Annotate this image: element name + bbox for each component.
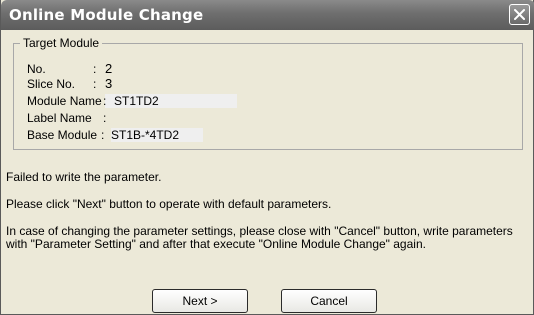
close-button[interactable]	[509, 4, 530, 25]
field-value-base-module: ST1B-*4TD2	[111, 128, 180, 142]
field-label-no: No.	[27, 62, 46, 76]
field-value-slice-no: 3	[105, 76, 113, 91]
change-info-message: In case of changing the parameter settin…	[6, 224, 513, 251]
field-value-module-name: ST1TD2	[114, 94, 159, 108]
field-colon: :	[101, 128, 105, 142]
close-icon	[514, 9, 525, 20]
field-label-module-name: Module Name	[27, 94, 102, 108]
field-colon: :	[103, 111, 107, 125]
field-label-label-name: Label Name	[27, 111, 92, 125]
field-value-no: 2	[105, 61, 113, 76]
target-module-legend: Target Module	[23, 36, 100, 50]
field-label-base-module: Base Module	[27, 128, 98, 142]
next-button[interactable]: Next >	[152, 289, 248, 313]
title-bar[interactable]: Online Module Change	[1, 0, 534, 30]
field-colon: :	[93, 62, 97, 76]
dialog-title: Online Module Change	[9, 6, 204, 24]
online-module-change-dialog: Online Module Change Target Module No. :…	[0, 0, 534, 315]
error-message: Failed to write the parameter.	[6, 170, 162, 184]
cancel-button[interactable]: Cancel	[281, 289, 377, 313]
field-label-slice-no: Slice No.	[27, 77, 76, 91]
field-colon: :	[93, 77, 97, 91]
instruction-message: Please click "Next" button to operate wi…	[6, 197, 332, 211]
field-colon: :	[103, 94, 107, 108]
